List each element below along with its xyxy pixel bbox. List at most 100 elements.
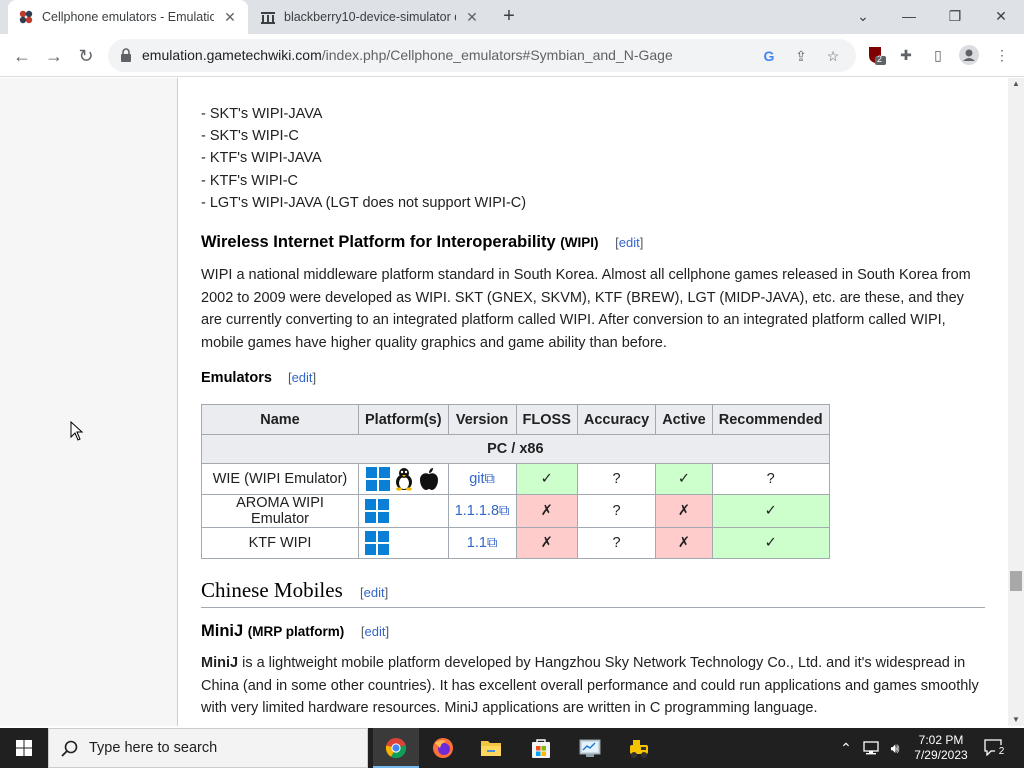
recommended-cell: ✓ xyxy=(711,494,830,528)
recommended-cell: ? xyxy=(711,463,830,495)
version-cell: 1.1.1.8⧉ xyxy=(447,494,517,528)
close-window-icon[interactable]: ✕ xyxy=(986,4,1016,28)
tab-title: blackberry10-device-simulator d xyxy=(284,10,456,24)
store-icon xyxy=(532,739,550,758)
wipi-heading: Wireless Internet Platform for Interoper… xyxy=(201,233,643,252)
firefox-taskbar-app[interactable] xyxy=(420,728,466,768)
external-link-icon: ⧉ xyxy=(484,471,495,487)
new-tab-icon[interactable]: + xyxy=(498,6,520,28)
restore-icon[interactable]: ❐ xyxy=(940,4,970,28)
version-cell: git⧉ xyxy=(447,463,517,495)
side-panel-icon[interactable]: ▯ xyxy=(928,45,948,65)
list-item: - KTF's WIPI-C xyxy=(201,173,299,189)
url-path: /index.php/Cellphone_emulators#Symbian_a… xyxy=(321,47,673,63)
forward-icon[interactable]: → xyxy=(41,43,67,69)
edit-link-wipi[interactable]: [edit] xyxy=(615,235,643,250)
minij-bold: MiniJ xyxy=(201,655,239,671)
external-link-icon: ⧉ xyxy=(486,535,498,551)
ublock-extension-icon[interactable]: 2 xyxy=(866,45,886,65)
platforms-cell xyxy=(358,494,449,528)
network-icon[interactable] xyxy=(860,728,882,768)
scrollbar-thumb[interactable] xyxy=(1010,571,1022,591)
edit-link-minij[interactable]: [edit] xyxy=(361,624,389,639)
menu-kebab-icon[interactable]: ⋮ xyxy=(992,45,1012,65)
taskbar-search-box[interactable]: Type here to search xyxy=(48,728,368,768)
col-active: Active xyxy=(655,404,713,435)
notification-count: 2 xyxy=(995,745,1008,758)
tab-strip: Cellphone emulators - Emulation ✕ blackb… xyxy=(0,0,1024,34)
clock-date: 7/29/2023 xyxy=(914,748,968,762)
close-tab-icon[interactable]: ✕ xyxy=(464,9,480,25)
floss-cell: ✗ xyxy=(515,494,578,528)
game-app-taskbar-app[interactable] xyxy=(616,728,662,768)
minimize-icon[interactable]: — xyxy=(894,4,924,28)
firefox-icon xyxy=(433,738,453,758)
minij-heading: MiniJ (MRP platform) [edit] xyxy=(201,622,390,640)
platforms-cell xyxy=(358,463,449,495)
extensions-puzzle-icon[interactable]: ✚ xyxy=(896,45,916,65)
clock-time: 7:02 PM xyxy=(918,733,964,747)
scroll-up-icon[interactable]: ▲ xyxy=(1008,78,1024,90)
edit-link-emulators[interactable]: [edit] xyxy=(288,370,316,385)
floss-cell: ✓ xyxy=(515,463,578,495)
clock[interactable]: 7:02 PM 7/29/2023 xyxy=(910,728,972,768)
table-row: KTF WIPI 1.1⧉ ✗ ? ✗ ✓ xyxy=(201,527,830,559)
emulator-name: WIE (WIPI Emulator) xyxy=(201,463,359,495)
active-cell: ✗ xyxy=(655,494,713,528)
col-recommended: Recommended xyxy=(711,404,830,435)
store-taskbar-app[interactable] xyxy=(518,728,564,768)
version-link[interactable]: 1.1.1.8 xyxy=(455,503,499,519)
volume-icon[interactable]: 🔊︎ xyxy=(884,728,906,768)
url-text: emulation.gametechwiki.com/index.php/Cel… xyxy=(142,47,673,63)
version-link[interactable]: git xyxy=(469,471,484,487)
list-item: - SKT's WIPI-JAVA xyxy=(201,106,323,122)
share-icon[interactable]: ⇪ xyxy=(791,46,811,66)
emulator-name: AROMA WIPI Emulator xyxy=(201,494,359,528)
accuracy-cell: ? xyxy=(576,463,657,495)
accuracy-cell: ? xyxy=(576,494,657,528)
tab-cellphone-emulators[interactable]: Cellphone emulators - Emulation ✕ xyxy=(8,0,248,34)
floss-cell: ✗ xyxy=(515,527,578,559)
wiki-favicon-icon xyxy=(18,9,34,25)
tab-blackberry-simulator[interactable]: blackberry10-device-simulator d ✕ xyxy=(250,0,490,34)
mouse-cursor-icon xyxy=(70,421,84,441)
bookmark-star-icon[interactable]: ☆ xyxy=(823,46,843,66)
notifications-icon[interactable]: 2 xyxy=(980,728,1010,768)
scroll-down-icon[interactable]: ▼ xyxy=(1008,714,1024,726)
edit-link-chinese[interactable]: [edit] xyxy=(360,585,388,600)
active-cell: ✓ xyxy=(655,463,713,495)
windows-icon xyxy=(365,531,389,555)
page-scrollbar[interactable] xyxy=(1008,78,1024,726)
external-link-icon: ⧉ xyxy=(499,503,510,519)
col-name: Name xyxy=(201,404,359,435)
list-item: - SKT's WIPI-C xyxy=(201,128,299,144)
page-viewport xyxy=(0,78,1008,726)
col-version: Version xyxy=(447,404,517,435)
back-icon[interactable]: ← xyxy=(9,43,35,69)
search-icon xyxy=(61,740,78,757)
museum-favicon-icon xyxy=(260,9,276,25)
chrome-icon xyxy=(385,738,407,759)
accuracy-cell: ? xyxy=(576,527,657,559)
version-link[interactable]: 1.1 xyxy=(467,535,487,551)
wipi-paragraph: WIPI a national middleware platform stan… xyxy=(201,267,971,351)
extension-badge: 2 xyxy=(877,54,883,64)
reload-icon[interactable]: ↻ xyxy=(73,43,99,69)
start-button[interactable] xyxy=(0,728,48,768)
table-header-row: Name Platform(s) Version FLOSS Accuracy … xyxy=(201,404,830,435)
section-pc-x86: PC / x86 xyxy=(201,434,830,464)
profile-avatar-icon[interactable] xyxy=(959,45,979,65)
close-tab-icon[interactable]: ✕ xyxy=(222,9,238,25)
url-host: emulation.gametechwiki.com xyxy=(142,47,322,63)
control-panel-taskbar-app[interactable] xyxy=(567,728,613,768)
google-icon[interactable]: G xyxy=(759,46,779,66)
emulators-heading: Emulators [edit] xyxy=(201,370,317,386)
col-floss: FLOSS xyxy=(515,404,578,435)
file-explorer-taskbar-app[interactable] xyxy=(468,728,514,768)
address-bar[interactable]: emulation.gametechwiki.com/index.php/Cel… xyxy=(108,39,856,72)
tab-search-chevron-icon[interactable]: ⌄ xyxy=(848,4,878,28)
chrome-taskbar-app[interactable] xyxy=(373,728,419,768)
yellow-machine-icon xyxy=(630,740,648,758)
emulators-table: Name Platform(s) Version FLOSS Accuracy … xyxy=(201,404,830,559)
show-hidden-icons-chevron-icon[interactable]: ⌃ xyxy=(836,728,856,768)
